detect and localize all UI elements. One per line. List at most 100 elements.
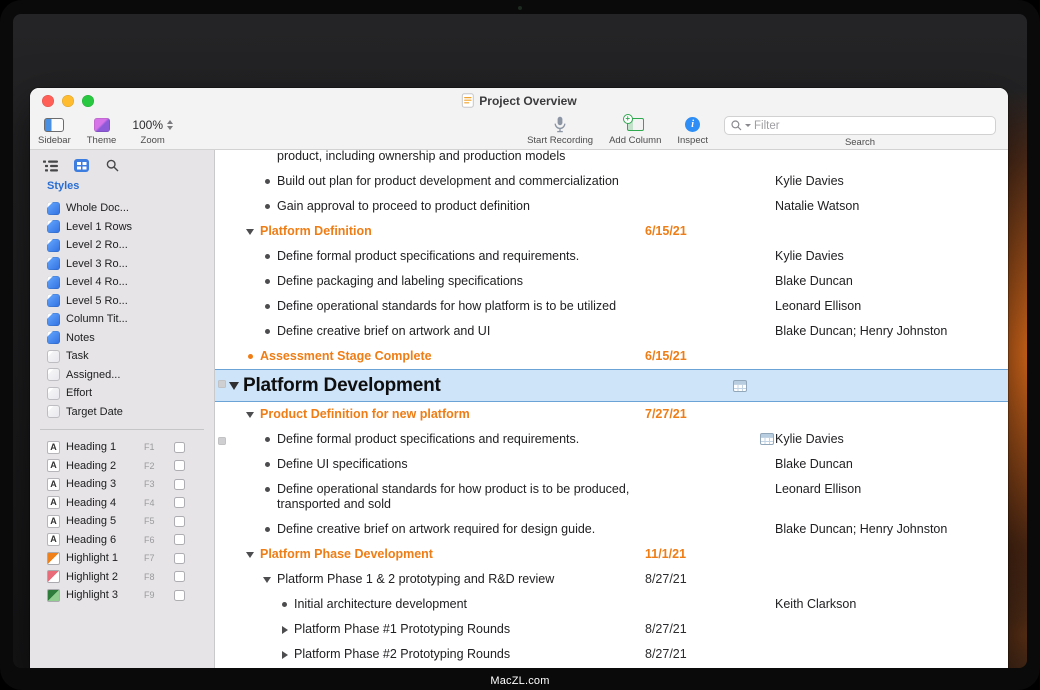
style-checkbox[interactable] <box>174 442 185 453</box>
style-checkbox[interactable] <box>174 590 185 601</box>
style-item[interactable]: Assigned... <box>30 366 214 385</box>
zoom-stepper-icon[interactable] <box>167 120 173 130</box>
style-item[interactable]: Effort <box>30 384 214 403</box>
style-item[interactable]: Target Date <box>30 403 214 422</box>
bullet-icon[interactable] <box>262 457 277 472</box>
bullet-icon[interactable] <box>245 349 260 364</box>
bullet-icon[interactable] <box>262 174 277 189</box>
named-style-item[interactable]: AHeading 5F5 <box>30 512 214 531</box>
style-checkbox[interactable] <box>174 571 185 582</box>
named-style-item[interactable]: Highlight 3F9 <box>30 586 214 605</box>
close-button[interactable] <box>42 95 54 107</box>
text-style-icon: A <box>47 478 60 491</box>
row-handle-icon[interactable] <box>218 437 226 445</box>
outline-row[interactable]: Define formal product specifications and… <box>215 244 1008 269</box>
laptop-bezel: Project Overview Sidebar Theme 100% <box>0 0 1040 690</box>
bullet-icon[interactable] <box>262 299 277 314</box>
outline-row[interactable]: Define creative brief on artwork require… <box>215 517 1008 542</box>
topic-cell: Product Definition for new platform <box>215 407 645 422</box>
style-item[interactable]: Level 3 Ro... <box>30 255 214 274</box>
outline-row[interactable]: Platform Phase Development11/1/21 <box>215 542 1008 567</box>
outline-row[interactable]: Product Definition for new platform7/27/… <box>215 402 1008 427</box>
style-checkbox[interactable] <box>174 460 185 471</box>
bullet-icon[interactable] <box>262 432 277 447</box>
fullscreen-button[interactable] <box>82 95 94 107</box>
named-style-item[interactable]: AHeading 1F1 <box>30 438 214 457</box>
outline-row[interactable]: Build out plan for product development a… <box>215 169 1008 194</box>
style-item[interactable]: Level 5 Ro... <box>30 292 214 311</box>
disclosure-down-icon[interactable] <box>245 224 260 239</box>
date-cell: 11/1/21 <box>645 547 775 562</box>
topic-cell: Platform Phase 1 & 2 prototyping and R&D… <box>215 572 645 587</box>
zoom-control[interactable]: 100% Zoom <box>132 116 173 146</box>
outline-row[interactable]: Platform Phase #2 Prototyping Rounds8/27… <box>215 642 1008 667</box>
bullet-icon[interactable] <box>279 597 294 612</box>
row-text: Define creative brief on artwork and UI <box>277 324 645 339</box>
style-checkbox[interactable] <box>174 479 185 490</box>
outline-row[interactable]: Define operational standards for how pla… <box>215 294 1008 319</box>
disclosure-right-icon[interactable] <box>279 622 294 637</box>
bullet-icon[interactable] <box>262 249 277 264</box>
named-style-item[interactable]: Highlight 2F8 <box>30 568 214 587</box>
disclosure-right-icon[interactable] <box>279 647 294 662</box>
theme-button[interactable]: Theme <box>87 116 117 146</box>
bullet-icon[interactable] <box>262 522 277 537</box>
bullet-icon[interactable] <box>262 482 277 497</box>
style-checkbox[interactable] <box>174 497 185 508</box>
style-item[interactable]: Whole Doc... <box>30 199 214 218</box>
bullet-icon[interactable] <box>262 274 277 289</box>
styles-tab-selected[interactable] <box>70 157 92 174</box>
style-item[interactable]: Column Tit... <box>30 310 214 329</box>
topic-cell: Define packaging and labeling specificat… <box>215 274 645 289</box>
style-item-label: Level 4 Ro... <box>66 276 128 288</box>
contents-tab[interactable] <box>39 157 61 174</box>
style-checkbox[interactable] <box>174 534 185 545</box>
disclosure-down-icon[interactable] <box>262 572 277 587</box>
outline-row[interactable]: Platform Phase 1 & 2 prototyping and R&D… <box>215 567 1008 592</box>
style-item[interactable]: Notes <box>30 329 214 348</box>
outline-row[interactable]: Gain approval to proceed to product defi… <box>215 194 1008 219</box>
style-checkbox[interactable] <box>174 516 185 527</box>
outline-row[interactable]: Define formal product specifications and… <box>215 427 1008 452</box>
styles-grid-icon <box>74 159 89 172</box>
style-item[interactable]: Task <box>30 347 214 366</box>
inspect-button[interactable]: Inspect <box>677 116 708 146</box>
search-scope-chevron-icon[interactable] <box>745 124 751 127</box>
style-item[interactable]: Level 4 Ro... <box>30 273 214 292</box>
assigned-cell: Keith Clarkson <box>775 597 1008 612</box>
bullet-icon[interactable] <box>262 324 277 339</box>
outline-row[interactable]: Define creative brief on artwork and UIB… <box>215 319 1008 344</box>
outline-row[interactable]: Define packaging and labeling specificat… <box>215 269 1008 294</box>
add-column-button[interactable]: + Add Column <box>609 116 661 146</box>
style-search-tab[interactable] <box>101 157 123 174</box>
style-checkbox[interactable] <box>174 553 185 564</box>
outline-row[interactable]: Initial architecture developmentKeith Cl… <box>215 592 1008 617</box>
style-item[interactable]: Level 2 Ro... <box>30 236 214 255</box>
outline-row[interactable]: Platform Development <box>215 369 1008 402</box>
sidebar-toggle-button[interactable]: Sidebar <box>38 116 71 146</box>
outline-row[interactable]: product, including ownership and product… <box>215 150 1008 169</box>
outline-row[interactable]: Define operational standards for how pro… <box>215 477 1008 517</box>
bullet-icon[interactable] <box>262 199 277 214</box>
disclosure-down-icon[interactable] <box>228 374 243 397</box>
blue-style-icon <box>47 276 60 289</box>
outline-row[interactable]: Platform Phase #1 Prototyping Rounds8/27… <box>215 617 1008 642</box>
search-field[interactable] <box>724 116 996 135</box>
named-style-label: Heading 4 <box>66 497 138 509</box>
disclosure-down-icon[interactable] <box>245 547 260 562</box>
start-recording-button[interactable]: Start Recording <box>527 116 593 146</box>
fkey-label: F2 <box>144 461 168 471</box>
outline-row[interactable]: Platform Definition6/15/21 <box>215 219 1008 244</box>
named-style-item[interactable]: AHeading 4F4 <box>30 494 214 513</box>
outline-row[interactable]: Assessment Stage Complete6/15/21 <box>215 344 1008 369</box>
named-style-item[interactable]: AHeading 3F3 <box>30 475 214 494</box>
named-style-item[interactable]: AHeading 6F6 <box>30 531 214 550</box>
outline-row[interactable]: Define UI specificationsBlake Duncan <box>215 452 1008 477</box>
row-handle-icon[interactable] <box>218 380 226 388</box>
named-style-item[interactable]: Highlight 1F7 <box>30 549 214 568</box>
disclosure-down-icon[interactable] <box>245 407 260 422</box>
named-style-item[interactable]: AHeading 2F2 <box>30 457 214 476</box>
style-item[interactable]: Level 1 Rows <box>30 218 214 237</box>
filter-input[interactable] <box>754 120 989 132</box>
minimize-button[interactable] <box>62 95 74 107</box>
